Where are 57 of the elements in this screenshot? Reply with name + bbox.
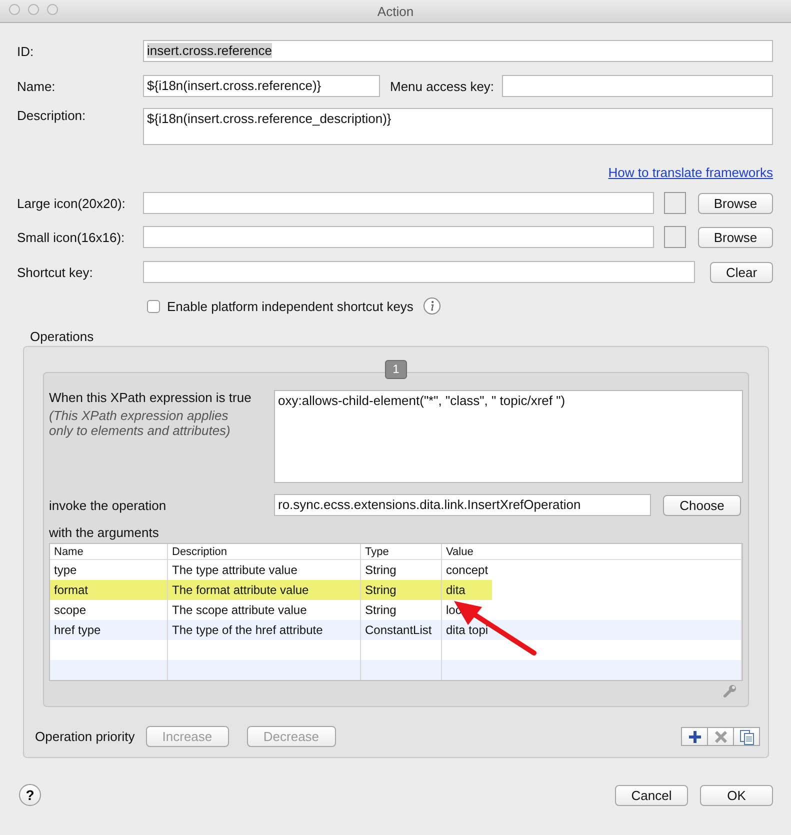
table-cell: ConstantList — [361, 620, 442, 640]
field-label: Shortcut key: — [17, 264, 94, 280]
copy-icon[interactable] — [733, 727, 760, 746]
browse-button[interactable]: Browse — [698, 226, 773, 248]
field-label: Large icon(20x20): — [17, 196, 126, 210]
input-field[interactable]: insert.cross.reference — [143, 40, 773, 62]
hint-text: (This XPath expression applies only to elements and attributes) — [49, 408, 232, 438]
add-icon[interactable] — [681, 727, 708, 746]
table-cell: type — [50, 560, 168, 580]
field-label: When this XPath expression is true — [49, 390, 252, 405]
section-title: Operations — [30, 329, 95, 344]
window-control-icon[interactable] — [28, 4, 39, 15]
help-link[interactable]: How to translate frameworks — [608, 165, 773, 180]
column-header[interactable]: Type — [361, 544, 442, 559]
input-field[interactable]: ${i18n(insert.cross.reference)} — [143, 75, 380, 97]
dialog-button[interactable]: Cancel — [615, 784, 688, 806]
browse-button[interactable]: Browse — [698, 192, 773, 214]
help-button[interactable]: ? — [19, 784, 41, 806]
info-icon[interactable] — [423, 297, 442, 315]
input-field[interactable] — [502, 75, 773, 97]
field-label: Small icon(16x16): — [17, 230, 126, 244]
table-cell: The format attribute value — [168, 580, 361, 600]
table-cell: format — [50, 580, 168, 600]
icon-preview — [664, 226, 686, 248]
input-field[interactable]: ro.sync.ecss.extensions.dita.link.InsertXrefOperation — [274, 494, 651, 516]
table-cell: String — [361, 580, 442, 600]
table-cell: href type — [50, 620, 168, 640]
input-field[interactable] — [143, 192, 654, 214]
text-area[interactable]: ${i18n(insert.cross.reference_description)} — [143, 108, 773, 145]
input-field[interactable] — [143, 261, 695, 283]
column-header[interactable]: Name — [50, 544, 168, 559]
checkbox-label: Enable platform independent shortcut keys — [167, 298, 414, 314]
icon-preview — [664, 192, 686, 214]
window-control-icon[interactable] — [9, 4, 20, 15]
field-label: Description: — [17, 108, 87, 123]
checkbox[interactable] — [147, 300, 160, 312]
xpath-field[interactable]: oxy:allows-child-element("*", "class", " topic/xref ") — [274, 390, 743, 483]
table-cell: String — [361, 560, 442, 580]
window-control-icon[interactable] — [47, 4, 58, 15]
column-header[interactable]: Description — [168, 544, 361, 559]
table-cell: The type of the href attribute — [168, 620, 361, 640]
clear-button[interactable]: Clear — [710, 262, 773, 282]
choose-button[interactable]: Choose — [663, 494, 741, 516]
column-header[interactable]: Value — [442, 544, 742, 559]
window-title: Action — [377, 4, 414, 18]
field-label: ID: — [17, 44, 35, 58]
field-label: Operation priority — [35, 729, 135, 744]
table-cell: The type attribute value — [168, 560, 361, 580]
input-field[interactable] — [143, 226, 654, 248]
field-label: with the arguments — [49, 525, 160, 540]
dialog-button[interactable]: OK — [700, 784, 773, 806]
table-cell: dita — [442, 580, 742, 600]
table-cell: concept — [442, 560, 742, 580]
wrench-icon[interactable] — [723, 684, 737, 698]
field-label: invoke the operation — [49, 498, 168, 512]
field-label: Menu access key: — [390, 78, 494, 94]
field-label: Name: — [17, 78, 56, 94]
